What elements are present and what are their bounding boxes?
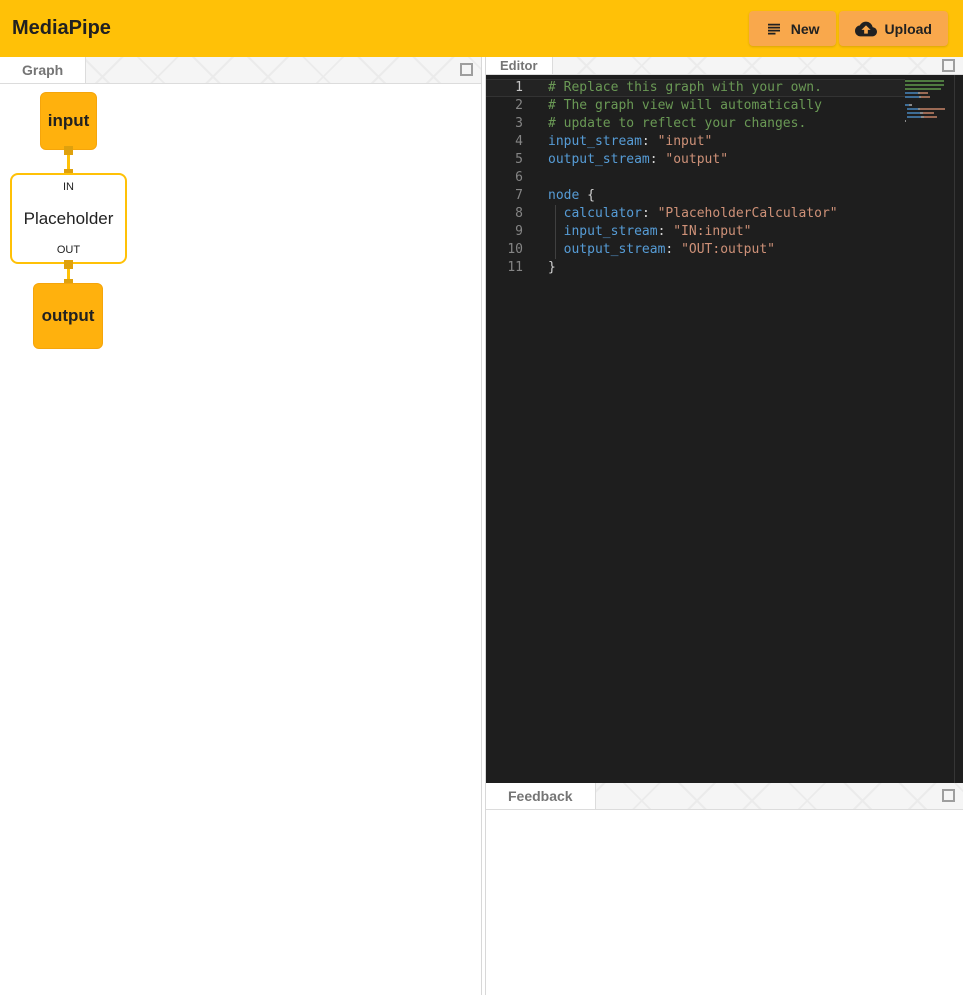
- editor-minimap[interactable]: [905, 80, 945, 124]
- feedback-panel: Feedback: [486, 783, 963, 995]
- tab-editor[interactable]: Editor: [486, 57, 553, 74]
- line-number: 1: [486, 79, 523, 97]
- code-line[interactable]: 7 node {: [486, 187, 905, 205]
- upload-button-label: Upload: [885, 21, 932, 37]
- graph-maximize-icon[interactable]: [460, 63, 473, 76]
- tab-editor-label: Editor: [500, 58, 538, 73]
- line-number: 3: [486, 115, 523, 133]
- code-line[interactable]: 1 # Replace this graph with your own.: [486, 79, 905, 97]
- line-number: 7: [486, 187, 523, 205]
- line-number: 8: [486, 205, 523, 223]
- indent-guide: [555, 205, 556, 223]
- upload-button[interactable]: Upload: [839, 11, 948, 46]
- editor-maximize-icon[interactable]: [942, 59, 955, 72]
- code-line[interactable]: 2 # The graph view will automatically: [486, 97, 905, 115]
- code-lines[interactable]: 1 # Replace this graph with your own. 2 # T…: [486, 79, 963, 277]
- code-line-text: calculator: "PlaceholderCalculator": [548, 205, 838, 223]
- app-header: MediaPipe New Upload: [0, 0, 963, 57]
- input-node-label: input: [48, 111, 90, 131]
- graph-node-input[interactable]: input: [40, 92, 97, 150]
- line-number: 6: [486, 169, 523, 187]
- graph-canvas[interactable]: input IN Placeholder OUT output: [0, 84, 481, 995]
- indent-guide: [555, 241, 556, 259]
- new-button[interactable]: New: [749, 11, 836, 46]
- graph-node-output[interactable]: output: [33, 283, 103, 349]
- code-line-text: output_stream: "OUT:output": [548, 241, 775, 259]
- code-line[interactable]: 3 # update to reflect your changes.: [486, 115, 905, 133]
- editor-tabbar: Editor: [486, 57, 963, 75]
- graph-panel: Graph input IN Placeholder OUT output: [0, 57, 481, 995]
- graph-node-placeholder[interactable]: IN Placeholder OUT: [10, 173, 127, 264]
- code-line[interactable]: 8 calculator: "PlaceholderCalculator": [486, 205, 905, 223]
- tab-graph[interactable]: Graph: [0, 57, 86, 83]
- code-line-text: # The graph view will automatically: [548, 97, 822, 115]
- new-button-label: New: [791, 21, 820, 37]
- new-document-icon: [765, 20, 783, 38]
- code-line-text: # update to reflect your changes.: [548, 115, 806, 133]
- code-line-text: output_stream: "output": [548, 151, 728, 169]
- feedback-content: [486, 810, 963, 995]
- output-port-square[interactable]: [64, 146, 73, 155]
- code-line[interactable]: 4 input_stream: "input": [486, 133, 905, 151]
- code-editor[interactable]: 1 # Replace this graph with your own. 2 # T…: [486, 75, 963, 783]
- feedback-maximize-icon[interactable]: [942, 789, 955, 802]
- cloud-upload-icon: [855, 18, 877, 40]
- app-title: MediaPipe: [12, 17, 111, 40]
- line-number: 2: [486, 97, 523, 115]
- placeholder-out-port-label: OUT: [57, 244, 80, 256]
- code-line-text: input_stream: "IN:input": [548, 223, 752, 241]
- code-line-text: }: [548, 259, 556, 277]
- feedback-tabbar: Feedback: [486, 783, 963, 810]
- placeholder-node-label: Placeholder: [24, 209, 114, 229]
- line-number: 5: [486, 151, 523, 169]
- code-line-text: node {: [548, 187, 595, 205]
- code-line-text: input_stream: "input": [548, 133, 712, 151]
- placeholder-in-port-label: IN: [63, 181, 74, 193]
- line-number: 9: [486, 223, 523, 241]
- line-number: 11: [486, 259, 523, 277]
- tab-graph-label: Graph: [22, 62, 63, 78]
- output-node-label: output: [42, 306, 95, 326]
- code-line-text: # Replace this graph with your own.: [548, 79, 822, 97]
- tab-feedback[interactable]: Feedback: [486, 783, 596, 809]
- code-line[interactable]: 10 output_stream: "OUT:output": [486, 241, 905, 259]
- graph-tabbar: Graph: [0, 57, 481, 84]
- line-number: 10: [486, 241, 523, 259]
- tab-feedback-label: Feedback: [508, 788, 573, 804]
- code-line[interactable]: 5 output_stream: "output": [486, 151, 905, 169]
- code-line[interactable]: 9 input_stream: "IN:input": [486, 223, 905, 241]
- code-line[interactable]: 11}: [486, 259, 905, 277]
- code-line[interactable]: 6: [486, 169, 905, 187]
- output-port-square[interactable]: [64, 260, 73, 269]
- editor-scrollbar[interactable]: [954, 75, 955, 783]
- editor-panel: Editor 1 # Replace this graph with your o…: [486, 57, 963, 783]
- indent-guide: [555, 223, 556, 241]
- line-number: 4: [486, 133, 523, 151]
